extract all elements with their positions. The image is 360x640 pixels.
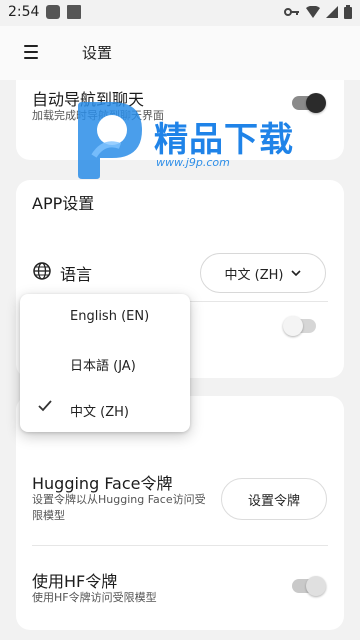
language-select-value: 中文 (ZH) xyxy=(224,267,284,283)
status-icons xyxy=(284,5,352,19)
set-token-button[interactable]: 设置令牌 xyxy=(221,478,327,520)
use-hf-token-toggle[interactable] xyxy=(292,576,326,596)
chevron-down-icon xyxy=(291,270,302,276)
use-hf-token-subtitle: 使用HF令牌访问受限模型 xyxy=(32,591,157,604)
page-title: 设置 xyxy=(82,44,113,62)
globe-icon xyxy=(33,262,51,280)
signal-icon xyxy=(326,6,338,18)
status-time: 2:54 xyxy=(8,4,40,20)
app-bar: 设置 xyxy=(0,26,360,80)
language-option-label: 日本語 (JA) xyxy=(70,359,136,374)
settings-toggle[interactable] xyxy=(283,316,316,336)
check-icon xyxy=(38,400,52,412)
wifi-icon xyxy=(306,6,320,18)
language-option-en[interactable]: English (EN) xyxy=(20,294,190,340)
language-option-label: 中文 (ZH) xyxy=(70,405,129,420)
hf-token-title: Hugging Face令牌 xyxy=(32,474,173,493)
language-dropdown-menu: English (EN) 日本語 (JA) 中文 (ZH) xyxy=(20,294,190,432)
language-select[interactable]: 中文 (ZH) xyxy=(200,253,326,293)
status-bar: 2:54 xyxy=(0,0,360,26)
toggle-thumb xyxy=(306,576,326,596)
toggle-thumb xyxy=(306,93,326,113)
battery-icon xyxy=(344,5,352,19)
auto-nav-toggle[interactable] xyxy=(292,93,326,113)
notification-icon xyxy=(67,5,81,19)
divider xyxy=(32,545,328,546)
use-hf-token-title: 使用HF令牌 xyxy=(32,572,118,591)
language-option-label: English (EN) xyxy=(70,309,150,324)
vpn-key-icon xyxy=(284,8,299,16)
toggle-thumb xyxy=(283,316,303,336)
hf-token-subtitle: 设置令牌以从Hugging Face访问受限模型 xyxy=(32,493,206,522)
auto-nav-title: 自动导航到聊天 xyxy=(32,90,145,109)
menu-icon[interactable] xyxy=(24,45,44,61)
language-label: 语言 xyxy=(60,265,93,284)
auto-nav-card: 自动导航到聊天 加载完成时导航到聊天界面 xyxy=(16,80,344,160)
notification-icon xyxy=(46,5,60,19)
auto-nav-subtitle: 加载完成时导航到聊天界面 xyxy=(32,109,164,122)
app-settings-heading: APP设置 xyxy=(32,194,95,213)
language-option-ja[interactable]: 日本語 (JA) xyxy=(20,340,190,386)
language-option-zh[interactable]: 中文 (ZH) xyxy=(20,386,190,432)
